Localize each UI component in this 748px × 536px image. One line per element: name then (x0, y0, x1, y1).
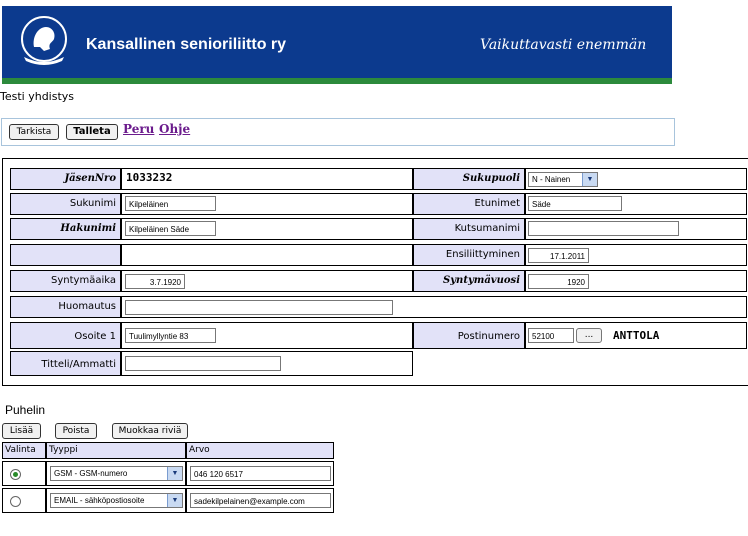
row-radio[interactable] (10, 496, 21, 507)
address-label: Osoite 1 (10, 322, 121, 349)
postal-lookup-button[interactable]: ... (576, 328, 602, 343)
callname-input[interactable] (528, 221, 679, 236)
lion-logo-icon (21, 16, 67, 65)
birthyear-label: Syntymävuosi (413, 270, 525, 292)
edit-row-button[interactable]: Muokkaa riviä (112, 423, 188, 439)
phone-type-select[interactable]: EMAIL - sähköpostiosoite ▼ (50, 493, 183, 508)
help-link[interactable]: Ohje (159, 122, 190, 136)
title-input[interactable] (125, 356, 281, 371)
phone-type-value: EMAIL - sähköpostiosoite (54, 496, 145, 505)
column-header: Arvo (186, 442, 334, 459)
toolbar: Tarkista Talleta Peru Ohje (1, 118, 675, 146)
gender-cell: N - Nainen ▼ (525, 168, 747, 190)
birthdate-label: Syntymäaika (10, 270, 121, 292)
gender-label: Sukupuoli (413, 168, 525, 190)
column-header: Valinta (2, 442, 46, 459)
joined-input[interactable]: 17.1.2011 (528, 248, 589, 263)
joined-label: Ensiliittyminen (413, 244, 525, 266)
firstnames-label: Etunimet (413, 193, 525, 215)
lastname-input[interactable]: Kilpeläinen (125, 196, 216, 211)
cancel-link[interactable]: Peru (123, 122, 154, 136)
empty-label (10, 244, 121, 266)
table-row-select-cell (2, 488, 46, 513)
callname-label: Kutsumanimi (413, 218, 525, 240)
table-row-select-cell (2, 461, 46, 486)
table-row-value-cell: 046 120 6517 (186, 461, 334, 486)
row-radio[interactable] (10, 469, 21, 480)
note-label: Huomautus (10, 296, 121, 318)
lastname-label: Sukunimi (10, 193, 121, 215)
postal-label: Postinumero (413, 322, 525, 349)
address-cell: Tuulimyllyntie 83 (121, 322, 413, 349)
gender-select-value: N - Nainen (532, 175, 571, 184)
searchname-label: Hakunimi (10, 218, 121, 240)
table-row-type-cell: EMAIL - sähköpostiosoite ▼ (46, 488, 186, 513)
chevron-down-icon[interactable]: ▼ (582, 173, 597, 186)
phone-section-title: Puhelin (5, 403, 46, 417)
lastname-cell: Kilpeläinen (121, 193, 413, 215)
searchname-cell: Kilpeläinen Säde (121, 218, 413, 240)
city-name: ANTTOLA (613, 329, 660, 342)
firstnames-cell: Säde (525, 193, 747, 215)
column-header: Tyyppi (46, 442, 186, 459)
title-label: Titteli/Ammatti (10, 351, 121, 376)
phone-type-value: GSM - GSM-numero (54, 469, 128, 478)
note-cell (121, 296, 747, 318)
note-input[interactable] (125, 300, 393, 315)
association-name: Testi yhdistys (0, 90, 75, 103)
delete-row-button[interactable]: Poista (55, 423, 97, 439)
header-stripe (2, 78, 672, 84)
birthdate-input[interactable]: 3.7.1920 (125, 274, 185, 289)
searchname-input[interactable]: Kilpeläinen Säde (125, 221, 216, 236)
birthyear-cell: 1920 (525, 270, 747, 292)
phone-value-input[interactable]: sadekilpelainen@example.com (190, 493, 331, 508)
phone-type-select[interactable]: GSM - GSM-numero ▼ (50, 466, 183, 481)
table-row-type-cell: GSM - GSM-numero ▼ (46, 461, 186, 486)
member-no-label: JäsenNro (10, 168, 121, 190)
radio-selected-dot (13, 472, 18, 477)
birthdate-cell: 3.7.1920 (121, 270, 413, 292)
title-cell (121, 351, 413, 376)
firstnames-input[interactable]: Säde (528, 196, 622, 211)
member-form: JäsenNro 1033232 Sukupuoli N - Nainen ▼ … (2, 158, 748, 386)
callname-cell (525, 218, 747, 240)
table-row-value-cell: sadekilpelainen@example.com (186, 488, 334, 513)
address-input[interactable]: Tuulimyllyntie 83 (125, 328, 216, 343)
org-name: Kansallinen senioriliitto ry (86, 36, 287, 53)
postal-cell: 52100 ... ANTTOLA (525, 322, 747, 349)
chevron-down-icon[interactable]: ▼ (167, 494, 182, 507)
save-button[interactable]: Talleta (66, 124, 118, 140)
birthyear-input[interactable]: 1920 (528, 274, 589, 289)
check-button[interactable]: Tarkista (9, 124, 59, 140)
member-no-value: 1033232 (126, 171, 173, 184)
postal-input[interactable]: 52100 (528, 328, 574, 343)
joined-cell: 17.1.2011 (525, 244, 747, 266)
add-row-button[interactable]: Lisää (2, 423, 41, 439)
chevron-down-icon[interactable]: ▼ (167, 467, 182, 480)
phone-value-input[interactable]: 046 120 6517 (190, 466, 331, 481)
slogan: Vaikuttavasti enemmän (480, 37, 647, 53)
empty-cell (121, 244, 413, 266)
gender-select[interactable]: N - Nainen ▼ (528, 172, 598, 187)
member-no-cell: 1033232 (121, 168, 413, 190)
